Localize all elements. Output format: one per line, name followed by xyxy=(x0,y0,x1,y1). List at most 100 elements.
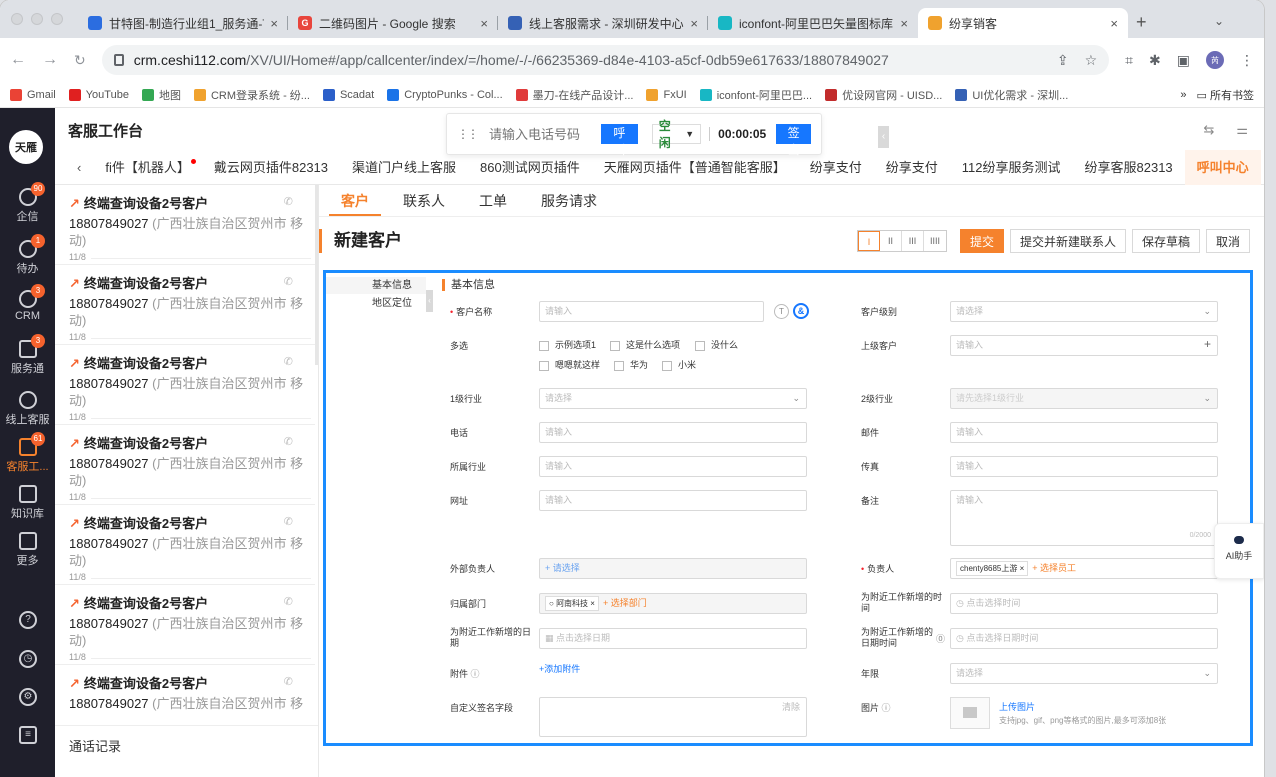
page-tab-active[interactable]: 呼叫中心 xyxy=(1184,149,1261,185)
list-item[interactable]: ↗ 终端查询设备2号客户 ✆ 18807849027 (广西壮族自治区贺州市 移动… xyxy=(55,185,315,265)
tab-close-icon[interactable]: × xyxy=(480,16,488,31)
layout-2-col[interactable]: II xyxy=(880,231,902,251)
time-picker[interactable]: ◷ 点击选择时间 xyxy=(950,593,1218,614)
settings-icon[interactable]: ⚙ xyxy=(19,688,37,706)
bookmark-item[interactable]: 墨刀-在线产品设计... xyxy=(515,87,633,103)
panel-splitter[interactable] xyxy=(315,185,318,365)
checkbox-option[interactable]: 华为 xyxy=(614,360,648,371)
ext-owner-picker[interactable]: + 请选择 xyxy=(539,558,807,579)
tabs-scroll-right-icon[interactable]: › xyxy=(1261,160,1264,175)
text-format-icon[interactable]: T xyxy=(774,304,789,319)
upload-image-link[interactable]: 上传图片 xyxy=(999,702,1035,713)
nav-item-online-service[interactable]: 线上客服 xyxy=(0,391,55,427)
help-icon[interactable]: ? xyxy=(19,611,37,629)
tab-service-request[interactable]: 服务请求 xyxy=(529,185,609,216)
phone-icon[interactable]: ✆ xyxy=(284,195,293,208)
back-icon[interactable]: ← xyxy=(10,51,26,69)
date-picker[interactable]: ▦ 点击选择日期 xyxy=(539,628,807,649)
signature-pad[interactable]: 清除 xyxy=(539,697,807,737)
maximize-window-button[interactable] xyxy=(51,13,63,25)
browser-tab[interactable]: 线上客服需求 - 深圳研发中心 - × xyxy=(498,8,708,38)
help-circle-icon[interactable]: ⓪ xyxy=(936,634,945,645)
sidepanel-icon[interactable]: ▣ xyxy=(1177,52,1190,69)
bookmark-star-icon[interactable]: ☆ xyxy=(1085,52,1098,69)
filter-icon[interactable]: ⚌ xyxy=(1236,122,1248,138)
checkbox-option[interactable]: 这是什么选项 xyxy=(610,340,680,351)
tab-close-icon[interactable]: × xyxy=(1110,16,1118,31)
checkbox-option[interactable]: 嗯嗯就这样 xyxy=(539,360,600,371)
page-tab[interactable]: 戴云网页插件82313 xyxy=(202,150,340,185)
new-tab-icon[interactable]: + xyxy=(1136,12,1147,33)
bookmark-item[interactable]: 地图 xyxy=(141,87,181,103)
bookmarks-more-icon[interactable]: » xyxy=(1180,89,1186,101)
collapse-phonebar-icon[interactable]: ‹ xyxy=(878,126,889,148)
drag-handle-icon[interactable]: ⋮⋮ xyxy=(457,127,479,141)
layout-3-col[interactable]: III xyxy=(902,231,924,251)
tab-close-icon[interactable]: × xyxy=(690,16,698,31)
nav-item-qixin[interactable]: 90 企信 xyxy=(0,182,55,224)
swap-icon[interactable]: ⇆ xyxy=(1203,122,1214,138)
bookmark-item[interactable]: Gmail xyxy=(10,88,56,101)
forward-icon[interactable]: → xyxy=(42,51,58,69)
bookmark-item[interactable]: iconfont-阿里巴巴... xyxy=(699,87,812,103)
checkbox-option[interactable]: 小米 xyxy=(662,360,696,371)
tab-contact[interactable]: 联系人 xyxy=(391,185,457,216)
fax-input[interactable]: 请输入 xyxy=(950,456,1218,477)
bookmark-item[interactable]: FxUI xyxy=(646,88,687,101)
phone-icon[interactable]: ✆ xyxy=(284,435,293,448)
list-item[interactable]: ↗ 终端查询设备2号客户 ✆ 18807849027 (广西壮族自治区贺州市 移动… xyxy=(55,585,315,665)
list-item[interactable]: ↗ 终端查询设备2号客户 ✆ 18807849027 (广西壮族自治区贺州市 移动… xyxy=(55,425,315,505)
nav-item-service[interactable]: 3 服务通 xyxy=(0,334,55,376)
browser-tab[interactable]: 甘特图-制造行业组1_服务通-TA × xyxy=(78,8,288,38)
tab-search-icon[interactable]: ⌄ xyxy=(1214,14,1224,28)
tab-customer[interactable]: 客户 xyxy=(329,185,381,216)
list-item[interactable]: ↗ 终端查询设备2号客户 ✆ 18807849027 (广西壮族自治区贺州市 移动… xyxy=(55,345,315,425)
phone-number-input[interactable] xyxy=(489,123,601,145)
customer-name-input[interactable]: 请输入 xyxy=(539,301,764,322)
checkbox-option[interactable]: 示例选项1 xyxy=(539,340,596,351)
share-icon[interactable]: ⇪ xyxy=(1057,52,1069,69)
page-tab[interactable]: 纷享客服82313 xyxy=(1073,150,1185,185)
browser-tab-active[interactable]: 纷享销客 × xyxy=(918,8,1128,38)
nav-item-more[interactable]: 更多 xyxy=(0,532,55,568)
phone-icon[interactable]: ✆ xyxy=(284,675,293,688)
page-tab[interactable]: 纷享支付 xyxy=(874,150,950,185)
belong-industry-input[interactable]: 请输入 xyxy=(539,456,807,477)
layout-4-col[interactable]: IIII xyxy=(924,231,946,251)
bookmark-item[interactable]: CryptoPunks - Col... xyxy=(387,88,503,101)
layout-1-col[interactable]: I xyxy=(858,231,880,251)
close-window-button[interactable] xyxy=(11,13,23,25)
clock-icon[interactable]: ◷ xyxy=(19,650,37,668)
website-input[interactable]: 请输入 xyxy=(539,490,807,511)
parent-customer-input[interactable]: 请输入 + xyxy=(950,335,1218,356)
bookmark-item[interactable]: 优设网官网 - UISD... xyxy=(825,87,942,103)
cancel-button[interactable]: 取消 xyxy=(1205,229,1250,253)
phone-icon[interactable]: ✆ xyxy=(284,275,293,288)
datetime-picker[interactable]: ◷ 点击选择日期时间 xyxy=(950,628,1218,649)
nav-item-service-desk[interactable]: 61 客服工... xyxy=(0,432,55,474)
browser-menu-icon[interactable]: ⋮ xyxy=(1240,52,1254,69)
sign-out-button[interactable]: 签出 xyxy=(776,124,811,157)
bookmark-item[interactable]: Scadat xyxy=(322,88,374,101)
dept-picker[interactable]: ○ 阿南科技 × + 选择部门 xyxy=(539,593,807,614)
add-attachment-link[interactable]: +添加附件 xyxy=(539,664,580,675)
page-tab[interactable]: 112纷享服务测试 xyxy=(950,150,1073,185)
year-select[interactable]: 请选择 ⌄ xyxy=(950,663,1218,684)
call-button[interactable]: 呼叫 xyxy=(601,124,638,157)
agent-status-select[interactable]: 空闲 ▼ xyxy=(651,119,702,150)
browser-tab[interactable]: iconfont-阿里巴巴矢量图标库 × xyxy=(708,8,918,38)
nav-item-knowledge[interactable]: 知识库 xyxy=(0,485,55,521)
bookmark-item[interactable]: YouTube xyxy=(68,88,129,101)
phone-icon[interactable]: ✆ xyxy=(284,355,293,368)
tab-close-icon[interactable]: × xyxy=(900,16,908,31)
image-placeholder-icon[interactable] xyxy=(950,697,990,729)
address-bar[interactable]: crm.ceshi112.com/XV/UI/Home#/app/callcen… xyxy=(101,45,1110,75)
phone-input[interactable]: 请输入 xyxy=(539,422,807,443)
save-draft-button[interactable]: 保存草稿 xyxy=(1131,229,1200,253)
collapse-anchor-icon[interactable]: ‹ xyxy=(426,290,433,312)
submit-new-contact-button[interactable]: 提交并新建联系人 xyxy=(1009,229,1126,253)
list-item[interactable]: ↗ 终端查询设备2号客户 ✆ 18807849027 (广西壮族自治区贺州市 移动… xyxy=(55,505,315,585)
profile-avatar[interactable]: 芮 xyxy=(1206,51,1224,69)
bookmark-item[interactable]: UI优化需求 - 深圳... xyxy=(955,87,1068,103)
submit-button[interactable]: 提交 xyxy=(959,229,1004,253)
